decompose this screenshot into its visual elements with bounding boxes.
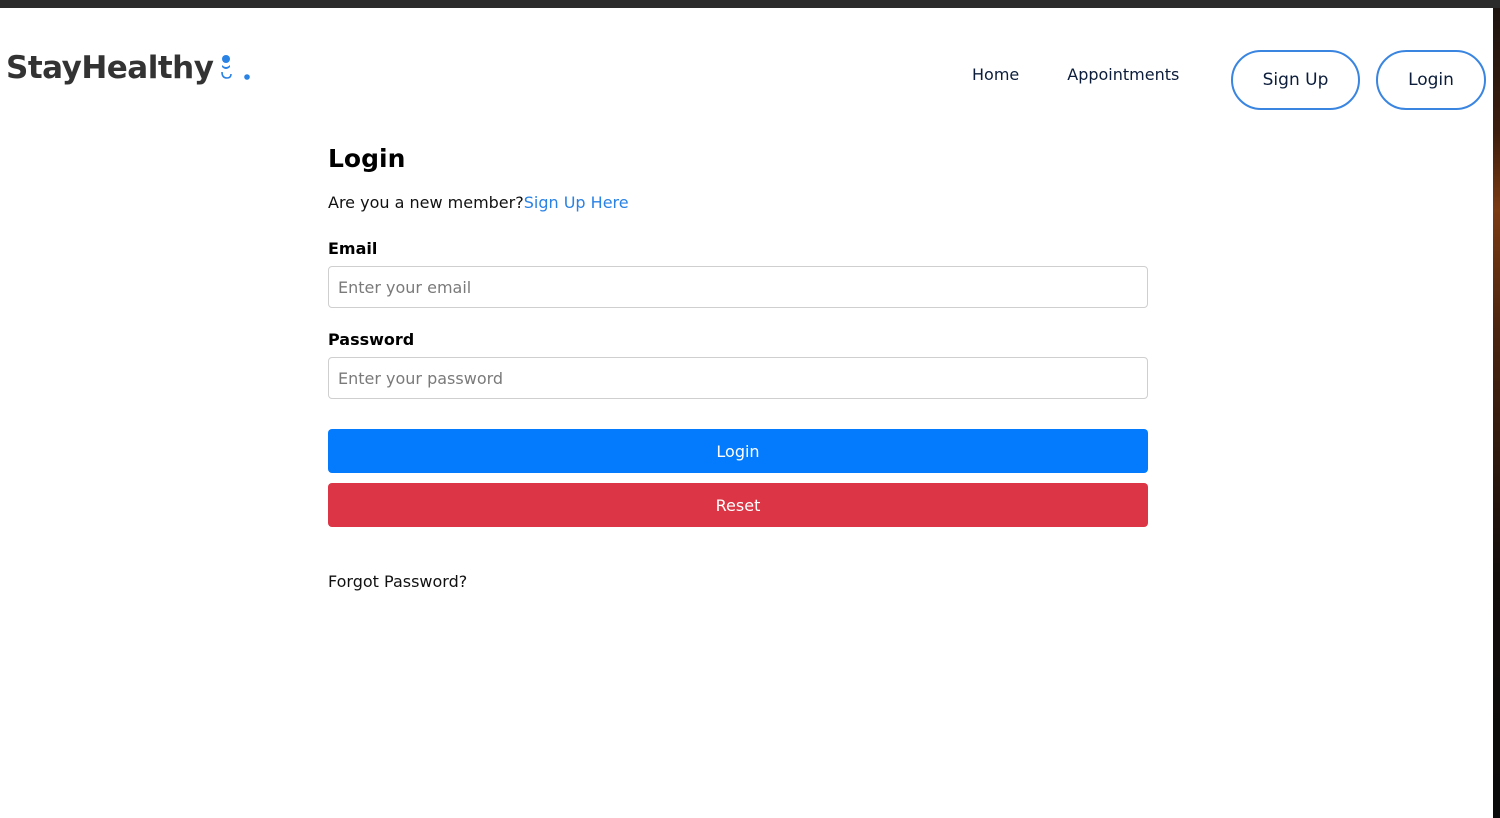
- doctor-stethoscope-icon: [219, 50, 253, 86]
- page-title: Login: [328, 144, 406, 173]
- sign-up-here-link[interactable]: Sign Up Here: [524, 193, 629, 212]
- login-form: Login Are you a new member?Sign Up Here …: [328, 144, 1148, 591]
- main-nav: Home Appointments: [972, 65, 1179, 84]
- password-label: Password: [328, 330, 415, 349]
- login-nav-button[interactable]: Login: [1376, 50, 1486, 110]
- brand-logo[interactable]: StayHealthy: [6, 48, 253, 88]
- window-top-bar: [0, 0, 1500, 8]
- new-member-prompt: Are you a new member?Sign Up Here: [328, 193, 1148, 212]
- background-edge: [1493, 8, 1500, 818]
- brand-name: StayHealthy: [6, 50, 214, 86]
- password-field[interactable]: [328, 357, 1148, 399]
- nav-link-home[interactable]: Home: [972, 65, 1019, 84]
- forgot-password-link[interactable]: Forgot Password?: [328, 572, 1148, 591]
- new-member-text: Are you a new member?: [328, 193, 524, 212]
- nav-link-appointments[interactable]: Appointments: [1067, 65, 1179, 84]
- email-field[interactable]: [328, 266, 1148, 308]
- reset-button[interactable]: Reset: [328, 483, 1148, 527]
- sign-up-button[interactable]: Sign Up: [1231, 50, 1360, 110]
- email-label: Email: [328, 239, 378, 258]
- login-submit-button[interactable]: Login: [328, 429, 1148, 473]
- page: StayHealthy Home Appointments Sign Up Lo…: [0, 8, 1493, 818]
